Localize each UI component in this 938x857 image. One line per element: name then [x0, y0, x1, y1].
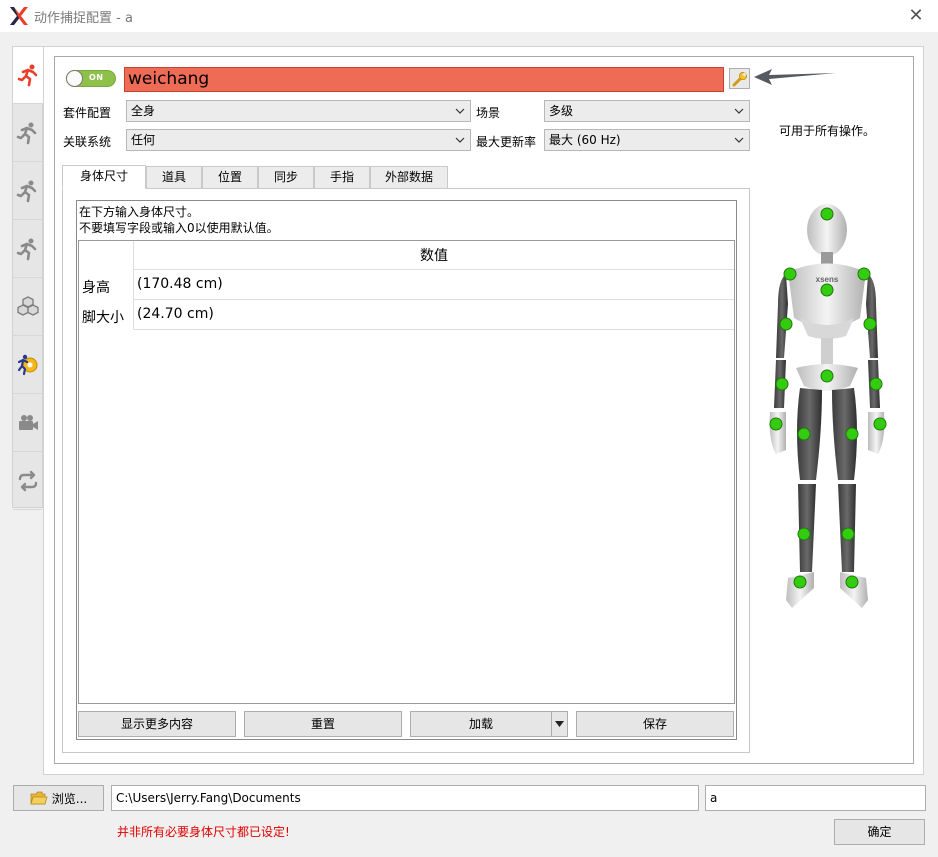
browse-button[interactable]: 浏览... [13, 785, 104, 811]
video-camera-icon [18, 415, 38, 430]
link-system-dropdown[interactable]: 任何 [126, 129, 471, 151]
scene-dropdown[interactable]: 多级 [544, 100, 750, 122]
mannequin-brand-text: xsens [816, 275, 839, 284]
save-button[interactable]: 保存 [576, 711, 734, 737]
sync-arrows-icon [18, 470, 37, 492]
max-rate-label: 最大更新率 [476, 135, 537, 149]
toggle-label: ON [89, 73, 104, 82]
arrow-pointer-icon [754, 69, 836, 85]
xsens-logo-icon [10, 7, 28, 25]
side-tab-body-setup[interactable] [13, 47, 44, 104]
running-figure-gray-icon [16, 122, 36, 145]
value-column-header: 数值 [133, 241, 734, 270]
side-tab-bar [12, 46, 44, 510]
profile-name-input[interactable]: weichang [124, 67, 724, 92]
side-tab-4[interactable] [13, 221, 42, 278]
link-system-value: 任何 [131, 133, 156, 147]
tab-position[interactable]: 位置 [202, 166, 258, 189]
toggle-knob [66, 70, 83, 87]
foot-size-value-cell[interactable]: (24.70 cm) [133, 300, 734, 330]
height-value-cell[interactable]: (170.48 cm) [133, 270, 734, 300]
side-hint-text: 可用于所有操作。 [779, 124, 876, 138]
tab-sync[interactable]: 同步 [258, 166, 314, 189]
suit-config-value: 全身 [131, 104, 156, 118]
side-tab-3[interactable] [13, 163, 42, 220]
enable-toggle[interactable]: ON [66, 70, 116, 87]
chevron-down-icon [455, 137, 465, 143]
running-figure-red-icon [17, 64, 37, 87]
cubes-icon [16, 296, 39, 316]
side-tab-props[interactable] [13, 279, 42, 336]
side-tab-recording[interactable] [13, 395, 42, 452]
reset-button[interactable]: 重置 [244, 711, 402, 737]
suit-config-dropdown[interactable]: 全身 [126, 100, 471, 122]
scene-value: 多级 [549, 104, 574, 118]
instruction-line-1: 在下方输入身体尺寸。 [79, 205, 200, 219]
scene-label: 场景 [476, 106, 501, 120]
row-label-height: 身高 [82, 280, 110, 296]
side-tab-2[interactable] [13, 105, 42, 162]
tab-body-dimensions[interactable]: 身体尺寸 [62, 165, 146, 189]
folder-icon [30, 791, 48, 804]
file-name-input[interactable]: a [705, 785, 926, 811]
tab-fingers[interactable]: 手指 [314, 166, 370, 189]
close-window-button[interactable]: ✕ [906, 6, 926, 26]
chevron-down-icon [455, 108, 465, 114]
row-label-foot-size: 脚大小 [82, 310, 124, 326]
max-rate-value: 最大 (60 Hz) [549, 133, 621, 147]
instruction-line-2: 不要填写字段或输入0以使用默认值。 [79, 221, 279, 235]
side-tab-calibration[interactable] [13, 337, 42, 394]
triangle-down-icon [555, 721, 564, 727]
edit-profile-button[interactable] [729, 68, 750, 89]
ok-button[interactable]: 确定 [834, 819, 925, 845]
running-figure-gear-icon [17, 354, 37, 376]
tab-props[interactable]: 道具 [146, 166, 202, 189]
tab-external-data[interactable]: 外部数据 [370, 166, 448, 189]
suit-config-label: 套件配置 [63, 106, 112, 120]
side-tab-sync[interactable] [13, 453, 42, 510]
body-mannequin: xsens [769, 204, 887, 608]
load-options-dropdown[interactable] [551, 711, 568, 737]
browse-label: 浏览... [51, 791, 88, 806]
show-more-button[interactable]: 显示更多内容 [78, 711, 236, 737]
running-figure-gray-icon [16, 238, 36, 261]
max-rate-dropdown[interactable]: 最大 (60 Hz) [544, 129, 750, 151]
wrench-icon [732, 71, 747, 86]
window-title: 动作捕捉配置 - a [34, 11, 133, 26]
link-system-label: 关联系统 [63, 135, 112, 149]
chevron-down-icon [734, 137, 744, 143]
path-input[interactable]: C:\Users\Jerry.Fang\Documents [111, 785, 699, 811]
running-figure-gray-icon [16, 180, 36, 203]
title-bar [0, 0, 938, 32]
warning-message: 并非所有必要身体尺寸都已设定! [117, 825, 290, 839]
load-button[interactable]: 加载 [410, 711, 552, 737]
chevron-down-icon [734, 108, 744, 114]
